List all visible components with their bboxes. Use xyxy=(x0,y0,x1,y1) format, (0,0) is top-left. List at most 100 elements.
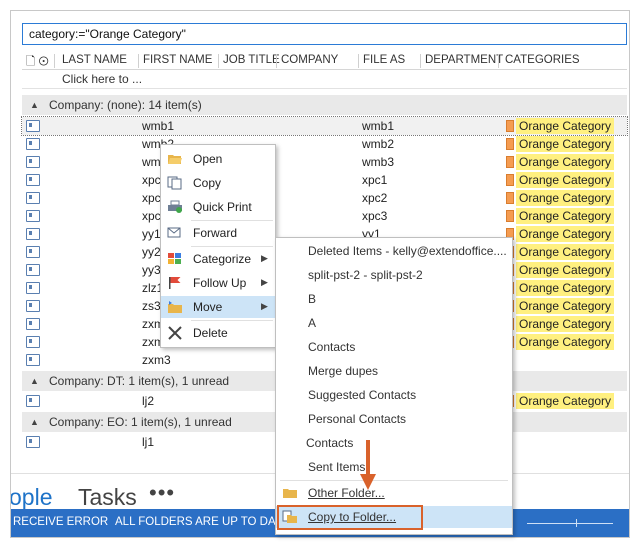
submenu-item[interactable]: Contacts xyxy=(276,432,512,454)
highlight-box xyxy=(277,505,423,530)
category-color-icon xyxy=(506,174,514,186)
folder-open-icon xyxy=(168,155,182,164)
click-here-text[interactable]: Click here to ... xyxy=(62,72,142,86)
first-name-cell: xpc xyxy=(142,191,161,205)
category-cell: Orange Category xyxy=(516,334,615,350)
category-cell: Orange Category xyxy=(516,262,615,278)
column-header-row: 🗋 ⊙ LAST NAME FIRST NAME JOB TITLE COMPA… xyxy=(22,53,627,70)
contact-card-icon xyxy=(26,174,40,186)
new-item-row[interactable]: Click here to ... xyxy=(22,70,627,89)
category-cell: Orange Category xyxy=(516,280,615,296)
group-header-none[interactable]: ▲ Company: (none): 14 item(s) xyxy=(22,95,627,115)
submenu-label: Suggested Contacts xyxy=(308,388,417,402)
collapse-icon[interactable]: ▲ xyxy=(30,376,39,386)
nav-people[interactable]: ople xyxy=(11,484,52,511)
more-options-icon[interactable]: ••• xyxy=(149,480,175,506)
submenu-arrow-icon: ▶ xyxy=(261,253,268,263)
contact-card-icon xyxy=(26,436,40,448)
column-last-name[interactable]: LAST NAME xyxy=(62,54,127,66)
column-first-name[interactable]: FIRST NAME xyxy=(143,54,212,66)
submenu-label: Contacts xyxy=(306,436,354,450)
category-color-icon xyxy=(506,138,514,150)
contact-card-icon xyxy=(26,336,40,348)
first-name-cell: yy1 xyxy=(142,227,161,241)
submenu-item[interactable]: Suggested Contacts xyxy=(276,384,512,406)
menu-item-delete[interactable]: Delete xyxy=(161,322,275,344)
submenu-item[interactable]: Sent Items xyxy=(276,456,512,478)
group-label: Company: (none): 14 item(s) xyxy=(49,98,202,112)
nav-tasks[interactable]: Tasks xyxy=(78,484,137,511)
column-file-as[interactable]: FILE AS xyxy=(363,54,405,66)
first-name-cell: lj1 xyxy=(142,435,155,449)
file-as-cell: xpc3 xyxy=(362,209,388,223)
table-row[interactable]: wmb1 wmb1 Orange Category xyxy=(21,116,628,136)
submenu-item[interactable]: Personal Contacts xyxy=(276,408,512,430)
table-row[interactable]: wmb2 wmb2 Orange Category xyxy=(22,135,627,153)
folder-icon xyxy=(283,489,297,498)
zoom-slider[interactable] xyxy=(527,523,613,524)
contact-card-icon xyxy=(26,192,40,204)
menu-item-open[interactable]: Open xyxy=(161,148,275,170)
category-cell: Orange Category xyxy=(516,393,615,409)
contact-card-icon xyxy=(26,282,40,294)
submenu-item[interactable]: A xyxy=(276,312,512,334)
submenu-label: split-pst-2 - split-pst-2 xyxy=(308,268,423,282)
submenu-label: B xyxy=(308,292,317,306)
column-categories[interactable]: CATEGORIES xyxy=(505,54,580,66)
menu-item-quick-print[interactable]: Quick Print xyxy=(161,196,275,218)
first-name-cell: zxm3 xyxy=(142,353,171,367)
contact-card-icon xyxy=(26,138,40,150)
zoom-slider-thumb[interactable] xyxy=(576,519,577,527)
submenu-item[interactable]: Deleted Items - kelly@extendoffice.... xyxy=(276,240,512,262)
submenu-item-other-folder[interactable]: Other Folder... xyxy=(276,482,512,504)
submenu-item[interactable]: B xyxy=(276,288,512,310)
contact-card-icon xyxy=(26,300,40,312)
move-submenu: Deleted Items - kelly@extendoffice.... s… xyxy=(275,237,513,535)
collapse-icon[interactable]: ▲ xyxy=(30,417,39,427)
menu-item-move[interactable]: Move ▶ xyxy=(161,296,275,318)
first-name-cell: wm xyxy=(142,155,161,169)
printer-icon xyxy=(168,200,182,213)
file-as-cell: wmb2 xyxy=(362,137,395,151)
contact-card-icon xyxy=(26,354,40,366)
submenu-label: A xyxy=(308,316,317,330)
column-job-title[interactable]: JOB TITLE xyxy=(223,54,280,66)
submenu-label: Contacts xyxy=(308,340,356,354)
category-cell: Orange Category xyxy=(516,208,615,224)
submenu-item[interactable]: Contacts xyxy=(276,336,512,358)
submenu-item[interactable]: split-pst-2 - split-pst-2 xyxy=(276,264,512,286)
table-row[interactable]: xpc xpc2 Orange Category xyxy=(22,189,627,207)
category-cell: Orange Category xyxy=(516,172,615,188)
context-menu: Open Copy Quick Print Forward Categorize… xyxy=(160,144,276,348)
first-name-cell: xpc xyxy=(142,173,161,187)
table-row[interactable]: wm wmb3 Orange Category xyxy=(22,153,627,171)
search-input[interactable]: category:="Orange Category" xyxy=(22,23,627,45)
column-company[interactable]: COMPANY xyxy=(281,54,338,66)
submenu-arrow-icon: ▶ xyxy=(261,301,268,311)
menu-item-forward[interactable]: Forward xyxy=(161,222,275,244)
submenu-item[interactable]: Merge dupes xyxy=(276,360,512,382)
first-name-cell: xpc xyxy=(142,209,161,223)
submenu-label: Deleted Items - kelly@extendoffice.... xyxy=(308,244,507,258)
contact-card-icon xyxy=(26,395,40,407)
category-cell: Orange Category xyxy=(516,316,615,332)
receive-error-status[interactable]: RECEIVE ERROR xyxy=(13,516,108,528)
table-row[interactable]: xpc xpc3 Orange Category xyxy=(22,207,627,225)
submenu-label: Sent Items xyxy=(308,460,366,474)
menu-item-categorize[interactable]: Categorize ▶ xyxy=(161,248,275,270)
move-folder-icon xyxy=(168,301,182,313)
collapse-icon[interactable]: ▲ xyxy=(30,100,39,110)
menu-item-copy[interactable]: Copy xyxy=(161,172,275,194)
file-as-cell: wmb3 xyxy=(362,155,395,169)
column-department[interactable]: DEPARTMENT xyxy=(425,54,503,66)
category-cell: Orange Category xyxy=(516,190,615,206)
file-as-cell: xpc1 xyxy=(362,173,388,187)
first-name-cell: yy3 xyxy=(142,263,161,277)
table-row[interactable]: xpc xpc1 Orange Category xyxy=(22,171,627,189)
menu-item-follow-up[interactable]: Follow Up ▶ xyxy=(161,272,275,294)
category-color-icon xyxy=(506,210,514,222)
flag-icon xyxy=(169,277,181,289)
menu-label: Categorize xyxy=(193,252,252,266)
menu-label: Move xyxy=(193,300,223,314)
menu-label: Follow Up xyxy=(193,276,247,290)
